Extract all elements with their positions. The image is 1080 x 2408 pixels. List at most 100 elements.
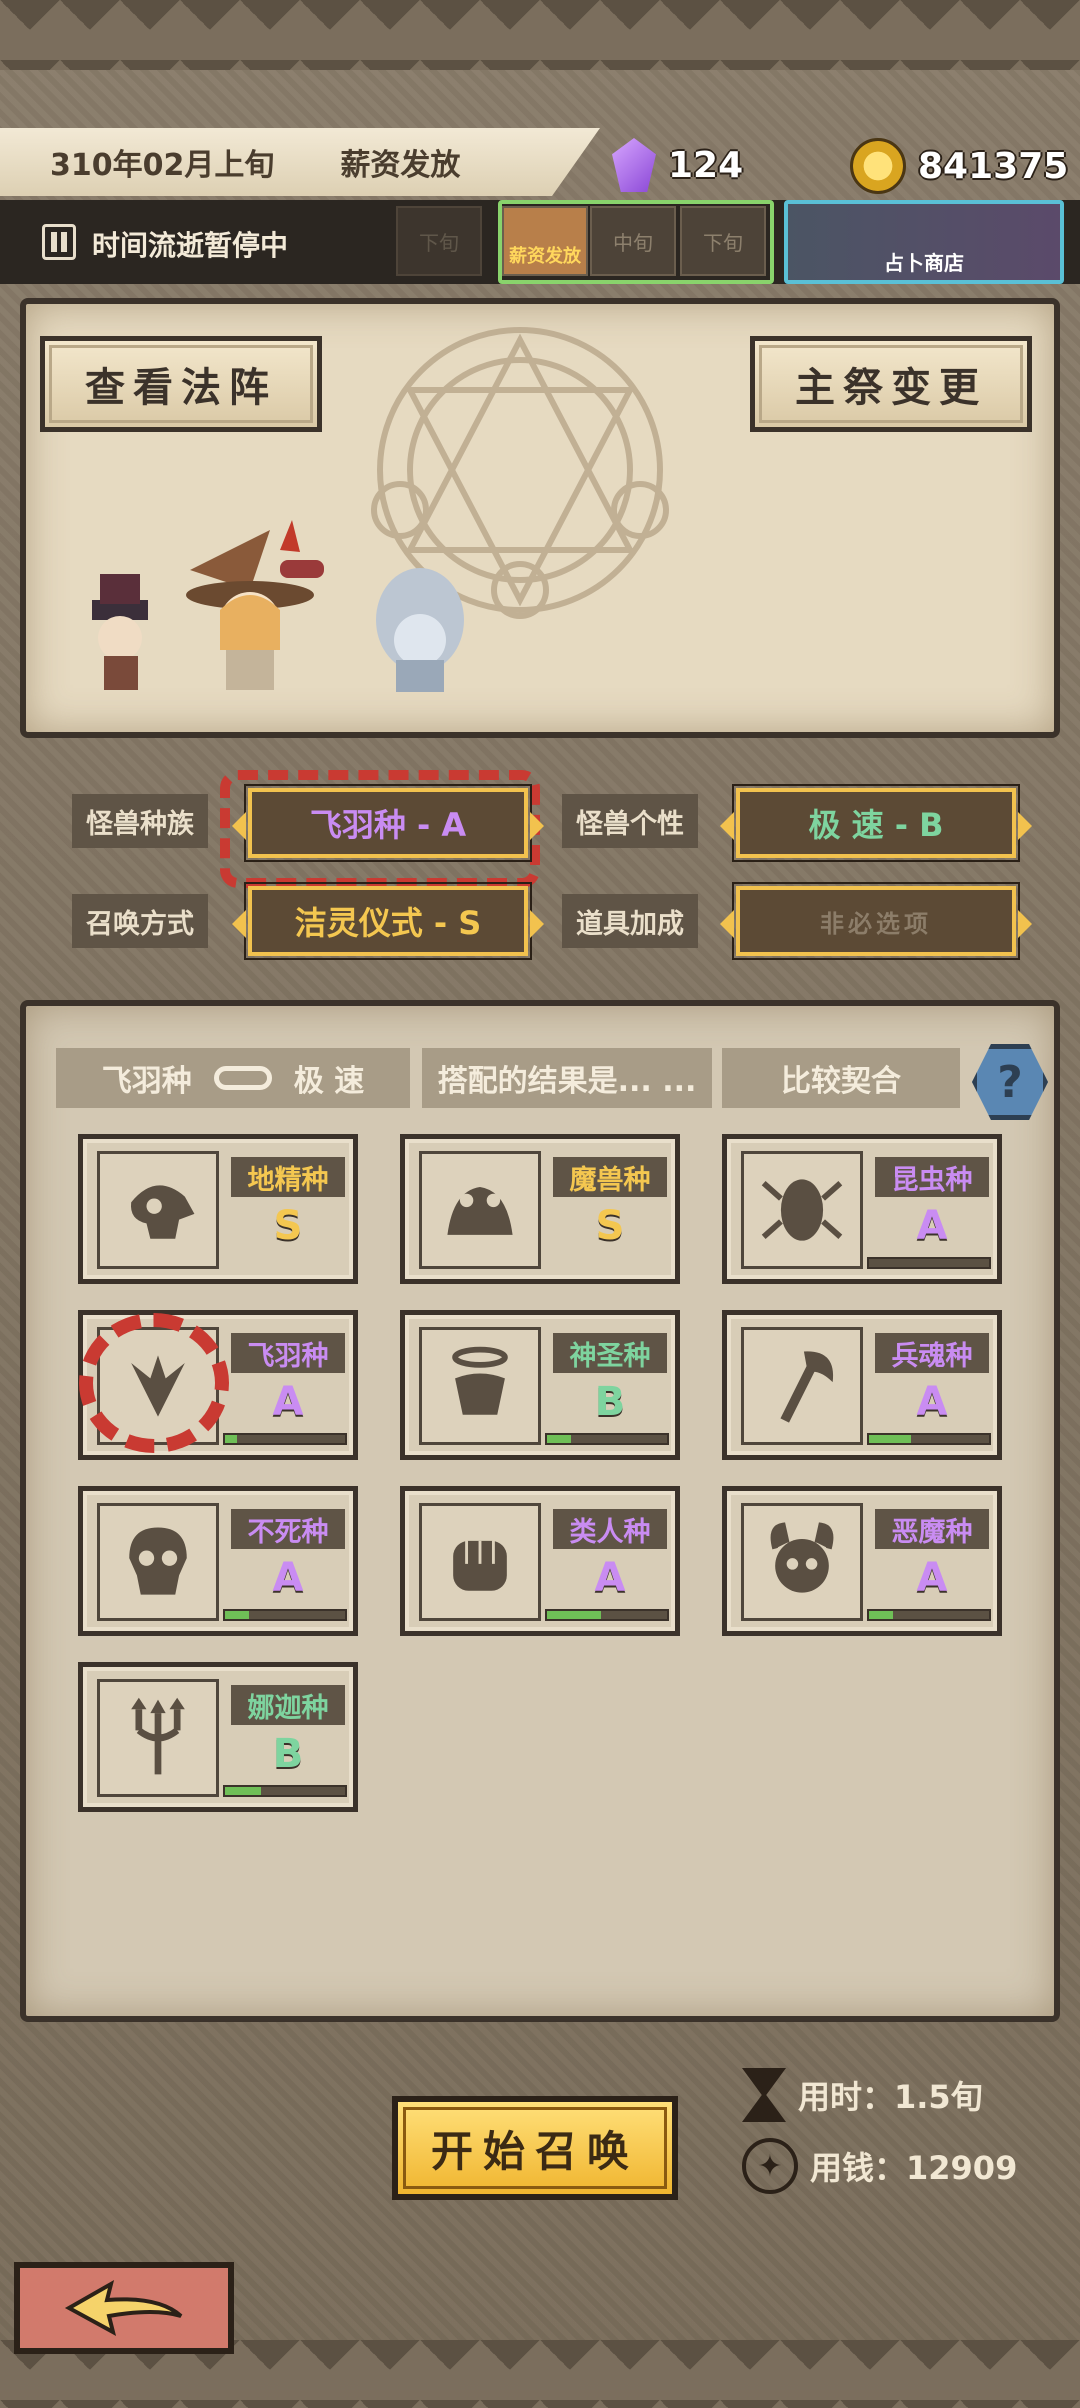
race-card[interactable]: 地精种 S: [78, 1134, 358, 1284]
affinity-bar-fill: [547, 1435, 571, 1443]
race-name: 魔兽种: [553, 1157, 667, 1197]
trident-icon: [97, 1679, 219, 1797]
compat-result-text: 比较契合: [781, 1064, 901, 1099]
period-late-prev: 下旬: [396, 206, 482, 276]
period-late: 下旬: [680, 206, 766, 276]
race-card[interactable]: 不死种 A: [78, 1486, 358, 1636]
race-grade: S: [273, 1203, 303, 1249]
compat-result: 比较契合: [722, 1048, 960, 1108]
hourglass-icon: [742, 2068, 786, 2122]
race-card[interactable]: 娜迦种 B: [78, 1662, 358, 1812]
character-ghost: [376, 568, 464, 692]
affinity-bar: [545, 1433, 669, 1445]
money-cost: ✦ 用钱：12909: [742, 2138, 1017, 2194]
top-border: [0, 0, 1080, 70]
demon-icon: [741, 1503, 863, 1621]
compat-question: 搭配的结果是... ...: [422, 1048, 712, 1108]
character-tophat: [92, 574, 148, 690]
item-selector[interactable]: 非必选项: [720, 882, 1032, 960]
insect-icon: [741, 1151, 863, 1269]
race-name: 昆虫种: [875, 1157, 989, 1197]
crystal-counter: 124: [612, 138, 743, 192]
item-label: 道具加成: [562, 894, 698, 948]
race-name: 飞羽种: [231, 1333, 345, 1373]
time-cost: 用时：1.5旬: [742, 2068, 983, 2122]
view-formation-button[interactable]: 查看法阵: [40, 336, 322, 432]
date-label: 310年02月上旬: [50, 148, 275, 183]
affinity-bar: [223, 1433, 347, 1445]
affinity-bar: [867, 1433, 991, 1445]
change-priest-button[interactable]: 主祭变更: [750, 336, 1032, 432]
pause-icon[interactable]: [42, 224, 76, 260]
view-formation-label: 查看法阵: [85, 365, 277, 411]
compat-trait: 极 速: [293, 1064, 365, 1099]
money-cost-text: 用钱：12909: [810, 2149, 1018, 2187]
race-grade: A: [272, 1555, 304, 1601]
race-name: 不死种: [231, 1509, 345, 1549]
period-salary: 薪资发放: [502, 206, 588, 276]
time-cost-text: 用时：1.5旬: [798, 2078, 983, 2116]
period-mid: 中旬: [590, 206, 676, 276]
race-label: 怪兽种族: [72, 794, 208, 848]
start-summon-label: 开始召唤: [430, 2126, 639, 2176]
trait-label: 怪兽个性: [562, 794, 698, 848]
race-grade: A: [916, 1203, 948, 1249]
race-card[interactable]: 类人种 A: [400, 1486, 680, 1636]
compat-question-text: 搭配的结果是... ...: [437, 1064, 697, 1099]
divination-shop-button[interactable]: 占卜商店: [784, 200, 1064, 284]
character-witch: [186, 520, 324, 690]
race-card[interactable]: 神圣种 B: [400, 1310, 680, 1460]
event-label: 薪资发放: [340, 148, 461, 183]
affinity-bar: [867, 1257, 991, 1269]
method-label: 召唤方式: [72, 894, 208, 948]
race-grade: S: [595, 1203, 625, 1249]
race-card[interactable]: 兵魂种 A: [722, 1310, 1002, 1460]
affinity-bar: [223, 1609, 347, 1621]
affinity-bar: [223, 1785, 347, 1797]
item-value: 非必选项: [820, 909, 932, 938]
fist-icon: [419, 1503, 541, 1621]
change-priest-label: 主祭变更: [795, 365, 987, 411]
affinity-bar-fill: [869, 1435, 911, 1443]
method-value: 洁灵仪式 - S: [294, 904, 482, 942]
trait-selector[interactable]: 极 速 - B: [720, 784, 1032, 862]
race-card[interactable]: 恶魔种 A: [722, 1486, 1002, 1636]
gold-count: 841375: [918, 145, 1069, 187]
date-banner: 310年02月上旬 薪资发放: [0, 128, 600, 196]
affinity-bar-fill: [225, 1787, 261, 1795]
race-name: 地精种: [231, 1157, 345, 1197]
race-grade: A: [916, 1379, 948, 1425]
crystal-count: 124: [668, 144, 744, 186]
back-arrow-icon: [64, 2279, 183, 2336]
race-name: 兵魂种: [875, 1333, 989, 1373]
race-selector[interactable]: 飞羽种 - A: [232, 784, 544, 862]
characters-illustration: [92, 520, 464, 692]
race-grade: A: [916, 1555, 948, 1601]
affinity-bar-fill: [869, 1611, 893, 1619]
race-grade: A: [594, 1555, 626, 1601]
affinity-bar-fill: [225, 1611, 249, 1619]
race-card[interactable]: 昆虫种 A: [722, 1134, 1002, 1284]
trait-value: 极 速 - B: [808, 806, 944, 844]
back-button[interactable]: [14, 2262, 234, 2354]
start-summon-button[interactable]: 开始召唤: [392, 2096, 678, 2200]
compat-race: 飞羽种: [101, 1064, 192, 1099]
race-card[interactable]: 魔兽种 S: [400, 1134, 680, 1284]
affinity-bar: [545, 1609, 669, 1621]
race-name: 恶魔种: [875, 1509, 989, 1549]
race-name: 类人种: [553, 1509, 667, 1549]
pentacle-icon: ✦: [742, 2138, 798, 2194]
race-grade: B: [272, 1731, 304, 1777]
selected-race-ring: [79, 1313, 229, 1453]
undead-skull-icon: [97, 1503, 219, 1621]
shop-label: 占卜商店: [884, 251, 964, 275]
race-value: 飞羽种 - A: [309, 806, 467, 844]
race-grade: B: [594, 1379, 626, 1425]
halo-icon: [419, 1327, 541, 1445]
method-selector[interactable]: 洁灵仪式 - S: [232, 882, 544, 960]
affinity-bar-fill: [225, 1435, 237, 1443]
help-glyph: ?: [997, 1056, 1023, 1108]
time-status: 时间流逝暂停中: [92, 229, 289, 262]
race-name: 神圣种: [553, 1333, 667, 1373]
race-card[interactable]: 飞羽种 A: [78, 1310, 358, 1460]
